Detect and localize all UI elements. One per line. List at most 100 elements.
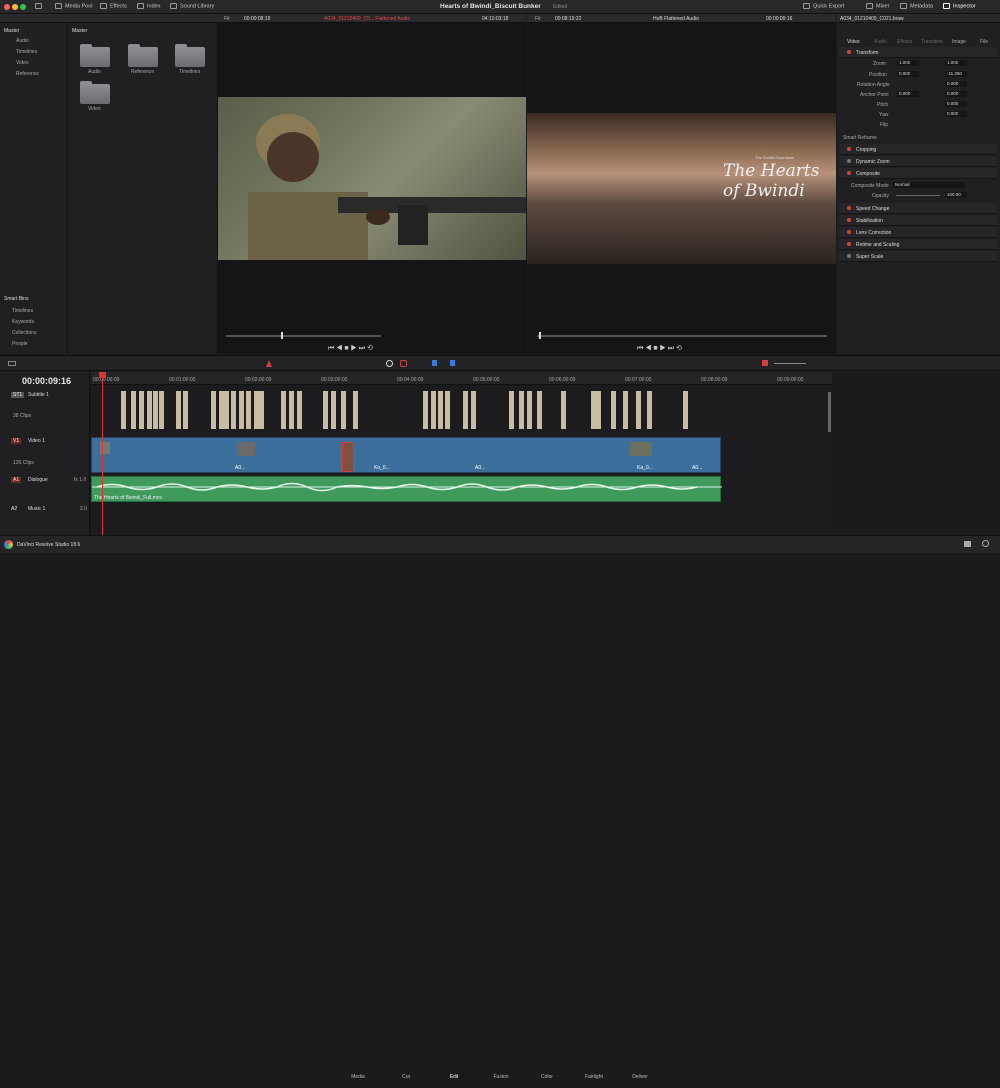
subtitle-clip[interactable] xyxy=(297,391,302,429)
selected-clip[interactable] xyxy=(342,442,354,472)
enable-dot-icon[interactable] xyxy=(847,230,851,234)
inspector-tab-effects[interactable]: Effects xyxy=(897,39,912,45)
lens-correction-section[interactable]: Lens Correction xyxy=(839,227,997,238)
subtitle-clip[interactable] xyxy=(121,391,126,429)
timeline-transport-controls[interactable]: ⏮ ◀ ■ ▶ ⏭ ⟲ xyxy=(637,344,682,353)
video-track-clips[interactable]: A0... Ko_0... A0... Ka_0... A0... xyxy=(91,437,721,473)
folder-icon[interactable] xyxy=(80,44,110,67)
subtitle-clip[interactable] xyxy=(183,391,188,429)
zoom-x-field[interactable]: 1.000 xyxy=(897,60,919,66)
subtitle-clip[interactable] xyxy=(509,391,514,429)
audio-clip-dialogue[interactable]: The Hearts of Bwindi_Full.mov xyxy=(91,476,722,502)
subtitle-clip[interactable] xyxy=(239,391,244,429)
page-tab-color[interactable]: Color xyxy=(527,1074,567,1080)
close-window-icon[interactable] xyxy=(4,4,10,10)
snapping-icon[interactable] xyxy=(386,360,393,367)
source-fit[interactable]: Fit xyxy=(224,16,230,22)
subtitle-clip[interactable] xyxy=(176,391,181,429)
timeline-scrubber[interactable] xyxy=(537,335,827,337)
timeline-scrollbar[interactable] xyxy=(828,392,831,432)
index-button[interactable]: Index xyxy=(137,3,160,9)
track-id-st1[interactable]: ST1 xyxy=(11,392,25,398)
subtitle-clip[interactable] xyxy=(623,391,628,429)
subtitle-clip[interactable] xyxy=(331,391,336,429)
subtitle-clip[interactable] xyxy=(323,391,328,429)
timeline-playhead[interactable] xyxy=(102,372,103,535)
tree-master[interactable]: Master xyxy=(4,28,19,34)
subtitle-clip[interactable] xyxy=(281,391,286,429)
opacity-field[interactable]: 100.00 xyxy=(945,192,967,198)
inspector-tab-image[interactable]: Image xyxy=(952,39,966,45)
source-clip-name[interactable]: A034_01210409_C0... Flattened Audio xyxy=(324,16,410,22)
subtitle-clip[interactable] xyxy=(431,391,436,429)
transform-section[interactable]: Transform xyxy=(839,47,997,58)
media-pool-button[interactable]: Media Pool xyxy=(55,3,93,9)
source-timecode[interactable]: 00:00:08:19 xyxy=(244,16,270,22)
volume-icon[interactable] xyxy=(762,360,768,366)
tree-item-timelines[interactable]: Timelines xyxy=(16,49,37,55)
page-tab-media[interactable]: Media xyxy=(338,1074,378,1080)
enable-dot-icon[interactable] xyxy=(847,159,851,163)
subtitle-clip[interactable] xyxy=(211,391,216,429)
sound-library-button[interactable]: Sound Library xyxy=(170,3,214,9)
settings-gear-icon[interactable] xyxy=(982,540,989,547)
folder-icon[interactable] xyxy=(80,81,110,104)
maximize-window-icon[interactable] xyxy=(20,4,26,10)
page-tab-deliver[interactable]: Deliver xyxy=(620,1074,660,1080)
selection-tool-icon[interactable] xyxy=(266,360,272,367)
pitch-field[interactable]: 0.000 xyxy=(945,101,967,107)
smart-bin-people[interactable]: People xyxy=(12,341,28,347)
inspector-tab-audio[interactable]: Audio xyxy=(874,39,887,45)
subtitle-clip[interactable] xyxy=(647,391,652,429)
folder-icon[interactable] xyxy=(175,44,205,67)
track-id-a2[interactable]: A2 xyxy=(11,506,17,512)
inspector-tab-video[interactable]: Video xyxy=(847,39,860,45)
composite-mode-select[interactable]: Normal xyxy=(893,182,965,188)
subtitle-clip[interactable] xyxy=(259,391,264,429)
home-icon[interactable] xyxy=(964,541,971,547)
position-y-field[interactable]: -11.250 xyxy=(945,71,967,77)
subtitle-clip[interactable] xyxy=(463,391,468,429)
timeline-name[interactable]: HoB Flattened Audio xyxy=(653,16,699,22)
subtitle-clip[interactable] xyxy=(438,391,443,429)
effects-button[interactable]: Effects xyxy=(100,3,127,9)
enable-dot-icon[interactable] xyxy=(847,147,851,151)
track-id-v1[interactable]: V1 xyxy=(11,438,22,444)
page-tab-fusion[interactable]: Fusion xyxy=(481,1074,521,1080)
timeline-viewer-timecode[interactable]: 00:08:19:22 xyxy=(555,16,581,22)
source-transport-controls[interactable]: ⏮ ◀ ■ ▶ ⏭ ⟲ xyxy=(328,344,373,353)
enable-dot-icon[interactable] xyxy=(847,206,851,210)
anchor-x-field[interactable]: 0.000 xyxy=(897,91,919,97)
quick-export-button[interactable]: Quick Export xyxy=(803,3,844,9)
inspector-tab-file[interactable]: File xyxy=(980,39,988,45)
rotation-field[interactable]: 0.000 xyxy=(945,81,967,87)
subtitle-clip[interactable] xyxy=(471,391,476,429)
tree-item-audio[interactable]: Audio xyxy=(16,38,29,44)
cropping-section[interactable]: Cropping xyxy=(839,144,997,155)
page-tab-cut[interactable]: Cut xyxy=(386,1074,426,1080)
enable-dot-icon[interactable] xyxy=(847,254,851,258)
timeline-fit[interactable]: Fit xyxy=(535,16,541,22)
subtitle-clip[interactable] xyxy=(636,391,641,429)
playhead-handle[interactable] xyxy=(99,372,106,378)
composite-section[interactable]: Composite xyxy=(839,168,997,179)
page-tab-fairlight[interactable]: Fairlight xyxy=(574,1074,614,1080)
subtitle-clip[interactable] xyxy=(527,391,532,429)
source-scrubber[interactable] xyxy=(226,335,381,337)
link-icon[interactable] xyxy=(400,360,407,367)
subtitle-clip[interactable] xyxy=(519,391,524,429)
minimize-window-icon[interactable] xyxy=(12,4,18,10)
enable-dot-icon[interactable] xyxy=(847,171,851,175)
position-x-field[interactable]: 0.000 xyxy=(897,71,919,77)
subtitle-clip[interactable] xyxy=(445,391,450,429)
stabilization-section[interactable]: Stabilization xyxy=(839,215,997,226)
smart-bin-timelines[interactable]: Timelines xyxy=(12,308,33,314)
enable-dot-icon[interactable] xyxy=(847,242,851,246)
inspector-button[interactable]: Inspector xyxy=(943,3,976,9)
flag-icon[interactable] xyxy=(432,360,437,366)
layout-icon[interactable] xyxy=(8,361,16,366)
dynamic-zoom-section[interactable]: Dynamic Zoom xyxy=(839,156,997,167)
subtitle-clip[interactable] xyxy=(683,391,688,429)
source-playhead[interactable] xyxy=(281,332,283,339)
tree-item-video[interactable]: Video xyxy=(16,60,29,66)
